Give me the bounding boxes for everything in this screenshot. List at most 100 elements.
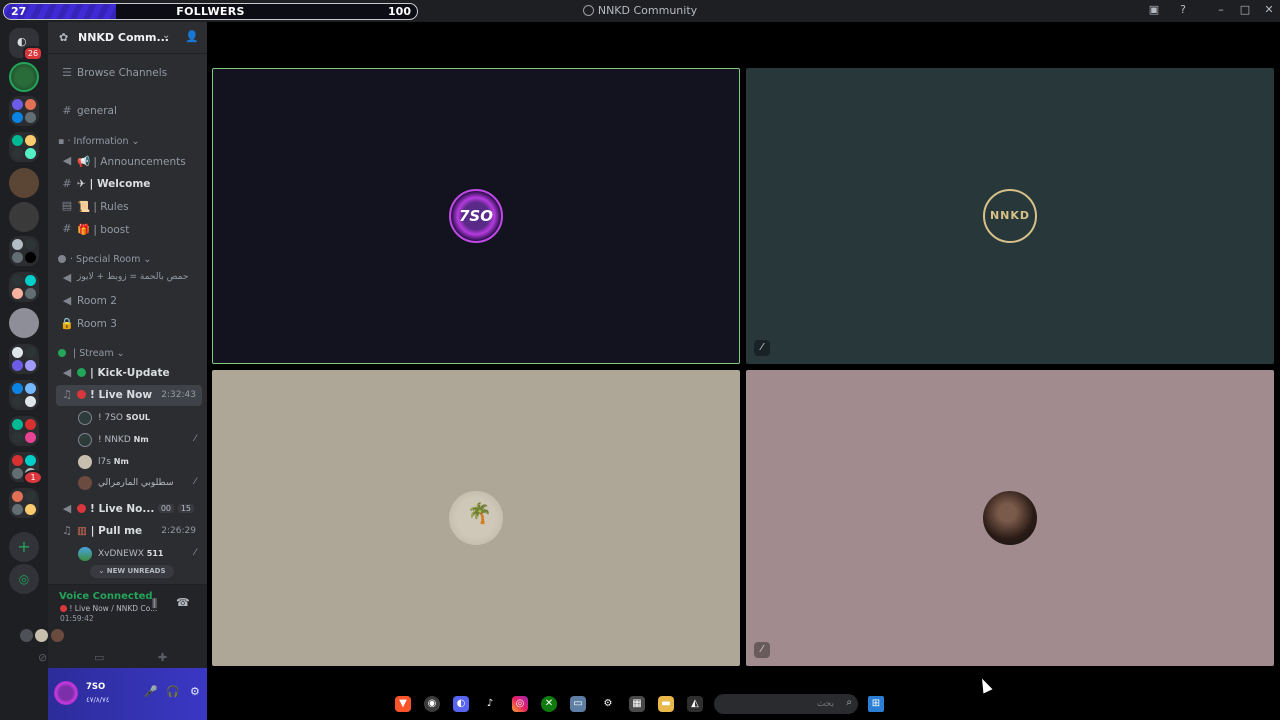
speaker-icon: ◀ [62, 366, 72, 379]
minimize-icon[interactable]: – [1212, 3, 1230, 16]
server-folder-7[interactable] [9, 416, 39, 446]
voice-icon: ♫ [62, 524, 72, 537]
channel-rules[interactable]: ▤ 📜 | Rules [56, 196, 202, 217]
add-server-button[interactable]: + [9, 532, 39, 562]
server-folder-6[interactable] [9, 380, 39, 410]
window-icon[interactable]: ▭ [570, 696, 586, 712]
server-folder-2[interactable] [9, 132, 39, 162]
pull-me-timer: 2:26:29 [161, 526, 196, 536]
server-folder-8[interactable]: 1 [9, 452, 43, 485]
settings-gear-icon[interactable]: ⚙ [190, 685, 200, 698]
video-tile-nnkd[interactable]: NNKD ⁄ [746, 68, 1274, 364]
mic-icon[interactable]: 🎤 [144, 685, 158, 698]
explore-button[interactable]: ◎ [9, 564, 39, 594]
voice-user[interactable]: ! 7SO SOUL [78, 409, 202, 427]
channel-announcements[interactable]: ◀ 📢 | Announcements [56, 151, 202, 172]
server-folder-1[interactable] [9, 96, 39, 126]
compass-icon: ◎ [18, 572, 30, 586]
video-tile-7so[interactable]: 7SO [212, 68, 740, 364]
speaker-icon: ◀ [62, 294, 72, 307]
brave-icon[interactable]: ▼ [395, 696, 411, 712]
channel-boost[interactable]: # 🎁 | boost [56, 219, 202, 240]
channel-live-now-2[interactable]: ◀ ! Live No... 00 15 [56, 499, 202, 520]
help-icon[interactable]: ? [1174, 3, 1192, 16]
folder-icon[interactable]: ▬ [658, 696, 674, 712]
store-icon[interactable]: ▦ [629, 696, 645, 712]
voice-elapsed: 01:59:42 [60, 614, 94, 623]
channel-room-3[interactable]: 🔒 Room 3 [56, 314, 202, 335]
activities-icon[interactable]: ✚ [158, 651, 167, 664]
channel-arabic-room[interactable]: ◀ حمص بالحمة = زوبط + لايوز [56, 268, 202, 289]
red-dot-icon [77, 390, 86, 399]
voice-avatar [35, 629, 48, 642]
inbox-icon[interactable]: ▣ [1145, 3, 1163, 16]
maximize-icon[interactable]: □ [1236, 3, 1254, 16]
chevron-down-icon[interactable]: ⌄ [162, 30, 170, 41]
red-dot-icon [77, 504, 86, 513]
app-icon[interactable]: ◭ [687, 696, 703, 712]
scroll-icon: 📜 [77, 201, 91, 213]
camera-off-icon[interactable]: ⊘ [38, 651, 47, 664]
green-dot-icon [58, 349, 66, 357]
voice-user[interactable]: ! NNKD Nm ⁄ [78, 431, 202, 449]
noise-suppression-icon[interactable]: ⫼ [152, 597, 157, 611]
close-icon[interactable]: ✕ [1260, 3, 1278, 16]
voice-user[interactable]: XvDNEWX 511 ⁄ [78, 545, 202, 563]
muted-mic-icon: ⁄ [754, 340, 770, 356]
voice-connected-title[interactable]: Voice Connected [59, 591, 153, 602]
avatar: 7SO [449, 189, 503, 243]
discord-icon[interactable]: ◐ [453, 696, 469, 712]
browse-channels[interactable]: ☰ Browse Channels [56, 63, 202, 84]
user-avatar[interactable] [54, 681, 78, 705]
user-panel: 7SO ٤٧/٨/٧٤ 🎤 🎧 ⚙ [48, 668, 207, 720]
server-folder-5[interactable] [9, 344, 39, 374]
channel-general[interactable]: # general [56, 101, 202, 122]
server-7[interactable] [9, 308, 39, 338]
screen-share-icon[interactable]: ▭ [94, 651, 104, 664]
server-folder-4[interactable] [9, 272, 39, 302]
invite-icon[interactable]: 👤 [185, 30, 199, 43]
category-special-room[interactable]: · Special Room ⌄ [58, 254, 151, 265]
plane-icon: ✈ [77, 178, 86, 190]
channel-kick-update[interactable]: ◀ | Kick-Update [56, 363, 202, 384]
followers-label: FOLLWERS [176, 5, 245, 18]
red-dot-icon [60, 605, 67, 612]
moon-icon [58, 255, 66, 263]
new-unreads-pill[interactable]: ⌄ NEW UNREADS [90, 565, 174, 578]
chrome-icon[interactable]: ◉ [424, 696, 440, 712]
steam-icon[interactable]: ⚙ [600, 696, 616, 712]
voice-user[interactable]: l7s Nm [78, 453, 202, 471]
disconnect-icon[interactable]: ☎ [176, 596, 190, 609]
followers-goal-bar: 27 FOLLWERS 100 [3, 3, 418, 20]
channel-welcome[interactable]: # ✈ | Welcome [56, 174, 202, 195]
headphones-icon[interactable]: 🎧 [166, 685, 180, 698]
server-name: NNKD Comm... [78, 31, 169, 44]
category-information[interactable]: ▪ · Information ⌄ [58, 136, 140, 147]
windows-start-icon[interactable]: ⊞ [868, 696, 884, 712]
speaker-icon: ◀ [62, 154, 72, 167]
voice-user[interactable]: سطلوبي المارمرالي ⁄ [78, 474, 202, 492]
search-input[interactable] [724, 697, 834, 711]
channel-pull-me[interactable]: ♫ ▥ | Pull me 2:26:29 [56, 521, 202, 542]
tiktok-icon[interactable]: ♪ [482, 696, 498, 712]
channel-live-now[interactable]: ♫ ! Live Now 2:32:43 [56, 385, 202, 406]
server-gear-icon: ✿ [59, 31, 69, 44]
voice-connected-panel: Voice Connected ! Live Now / NNKD Co... … [20, 584, 207, 668]
server-folder-9[interactable] [9, 488, 39, 518]
server-folder-3[interactable] [9, 236, 39, 266]
video-tile-palm[interactable]: 🌴 [212, 370, 740, 666]
instagram-icon[interactable]: ◎ [512, 696, 528, 712]
taskbar-search[interactable]: ⌕ [714, 694, 858, 714]
followers-goal: 100 [388, 5, 411, 18]
server-header[interactable]: ✿ NNKD Comm... ⌄ 👤 [48, 22, 207, 54]
category-stream[interactable]: | Stream ⌄ [58, 348, 125, 359]
video-tile-user[interactable]: ⁄ [746, 370, 1274, 666]
voice-location[interactable]: ! Live Now / NNKD Co... [60, 604, 157, 613]
server-3[interactable] [9, 168, 39, 198]
server-elite-team[interactable] [9, 202, 39, 232]
server-nnkd[interactable] [9, 62, 39, 92]
channel-room-2[interactable]: ◀ Room 2 [56, 291, 202, 312]
xbox-icon[interactable]: ✕ [541, 696, 557, 712]
home-button[interactable]: ◐ 26 [9, 28, 43, 61]
avatar [78, 547, 92, 561]
